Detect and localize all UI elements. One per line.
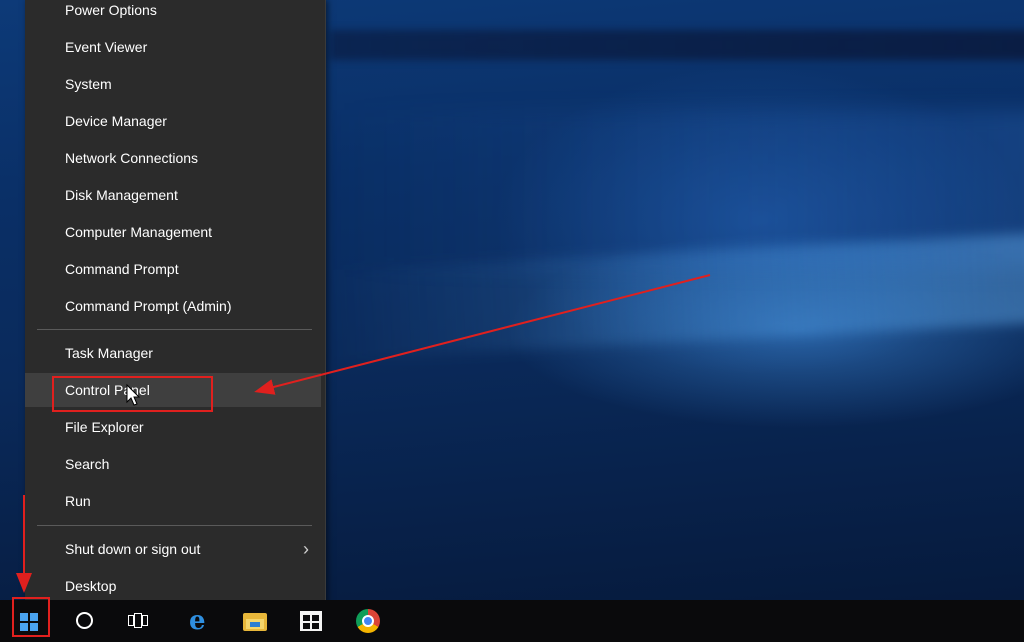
chevron-right-icon: ›: [303, 539, 309, 559]
menu-item-shut-down-or-sign-out[interactable]: Shut down or sign out ›: [25, 532, 321, 566]
menu-item-device-manager[interactable]: Device Manager: [25, 104, 321, 138]
menu-item-label: File Explorer: [65, 419, 144, 435]
menu-item-label: Disk Management: [65, 187, 178, 203]
menu-item-desktop[interactable]: Desktop: [25, 569, 321, 603]
store-icon[interactable]: [300, 611, 322, 631]
wallpaper-shade: [330, 30, 1024, 60]
file-explorer-icon[interactable]: [243, 613, 267, 631]
annotation-highlight-start-button: [12, 597, 50, 637]
menu-item-label: Network Connections: [65, 150, 199, 166]
menu-item-file-explorer[interactable]: File Explorer: [25, 410, 321, 444]
task-view-icon[interactable]: [128, 613, 148, 628]
menu-item-label: Run: [65, 493, 91, 509]
menu-item-computer-management[interactable]: Computer Management: [25, 215, 321, 249]
menu-item-label: Command Prompt: [65, 261, 179, 277]
menu-item-label: Desktop: [65, 578, 117, 594]
menu-item-label: Event Viewer: [65, 39, 148, 55]
menu-separator: [37, 329, 312, 330]
menu-item-label: Command Prompt (Admin): [65, 298, 232, 314]
menu-item-event-viewer[interactable]: Event Viewer: [25, 30, 321, 64]
menu-item-label: Device Manager: [65, 113, 167, 129]
menu-item-command-prompt-admin[interactable]: Command Prompt (Admin): [25, 289, 321, 323]
power-user-menu: Power Options Event Viewer System Device…: [25, 0, 326, 611]
menu-item-run[interactable]: Run: [25, 484, 321, 518]
menu-item-label: Search: [65, 456, 110, 472]
menu-item-network-connections[interactable]: Network Connections: [25, 141, 321, 175]
menu-item-label: Shut down or sign out: [65, 541, 201, 557]
edge-icon[interactable]: e: [189, 608, 206, 634]
menu-separator: [37, 525, 312, 526]
menu-item-label: System: [65, 76, 112, 92]
taskbar: e: [0, 600, 1024, 642]
cortana-icon[interactable]: [76, 612, 93, 629]
menu-item-label: Task Manager: [65, 345, 153, 361]
annotation-highlight-control-panel: [52, 376, 213, 412]
menu-item-label: Computer Management: [65, 224, 213, 240]
chrome-icon[interactable]: [356, 609, 380, 633]
menu-item-task-manager[interactable]: Task Manager: [25, 336, 321, 370]
menu-item-search[interactable]: Search: [25, 447, 321, 481]
menu-item-label: Power Options: [65, 2, 157, 18]
menu-item-power-options[interactable]: Power Options: [25, 0, 321, 27]
menu-item-disk-management[interactable]: Disk Management: [25, 178, 321, 212]
menu-item-command-prompt[interactable]: Command Prompt: [25, 252, 321, 286]
menu-item-system[interactable]: System: [25, 67, 321, 101]
